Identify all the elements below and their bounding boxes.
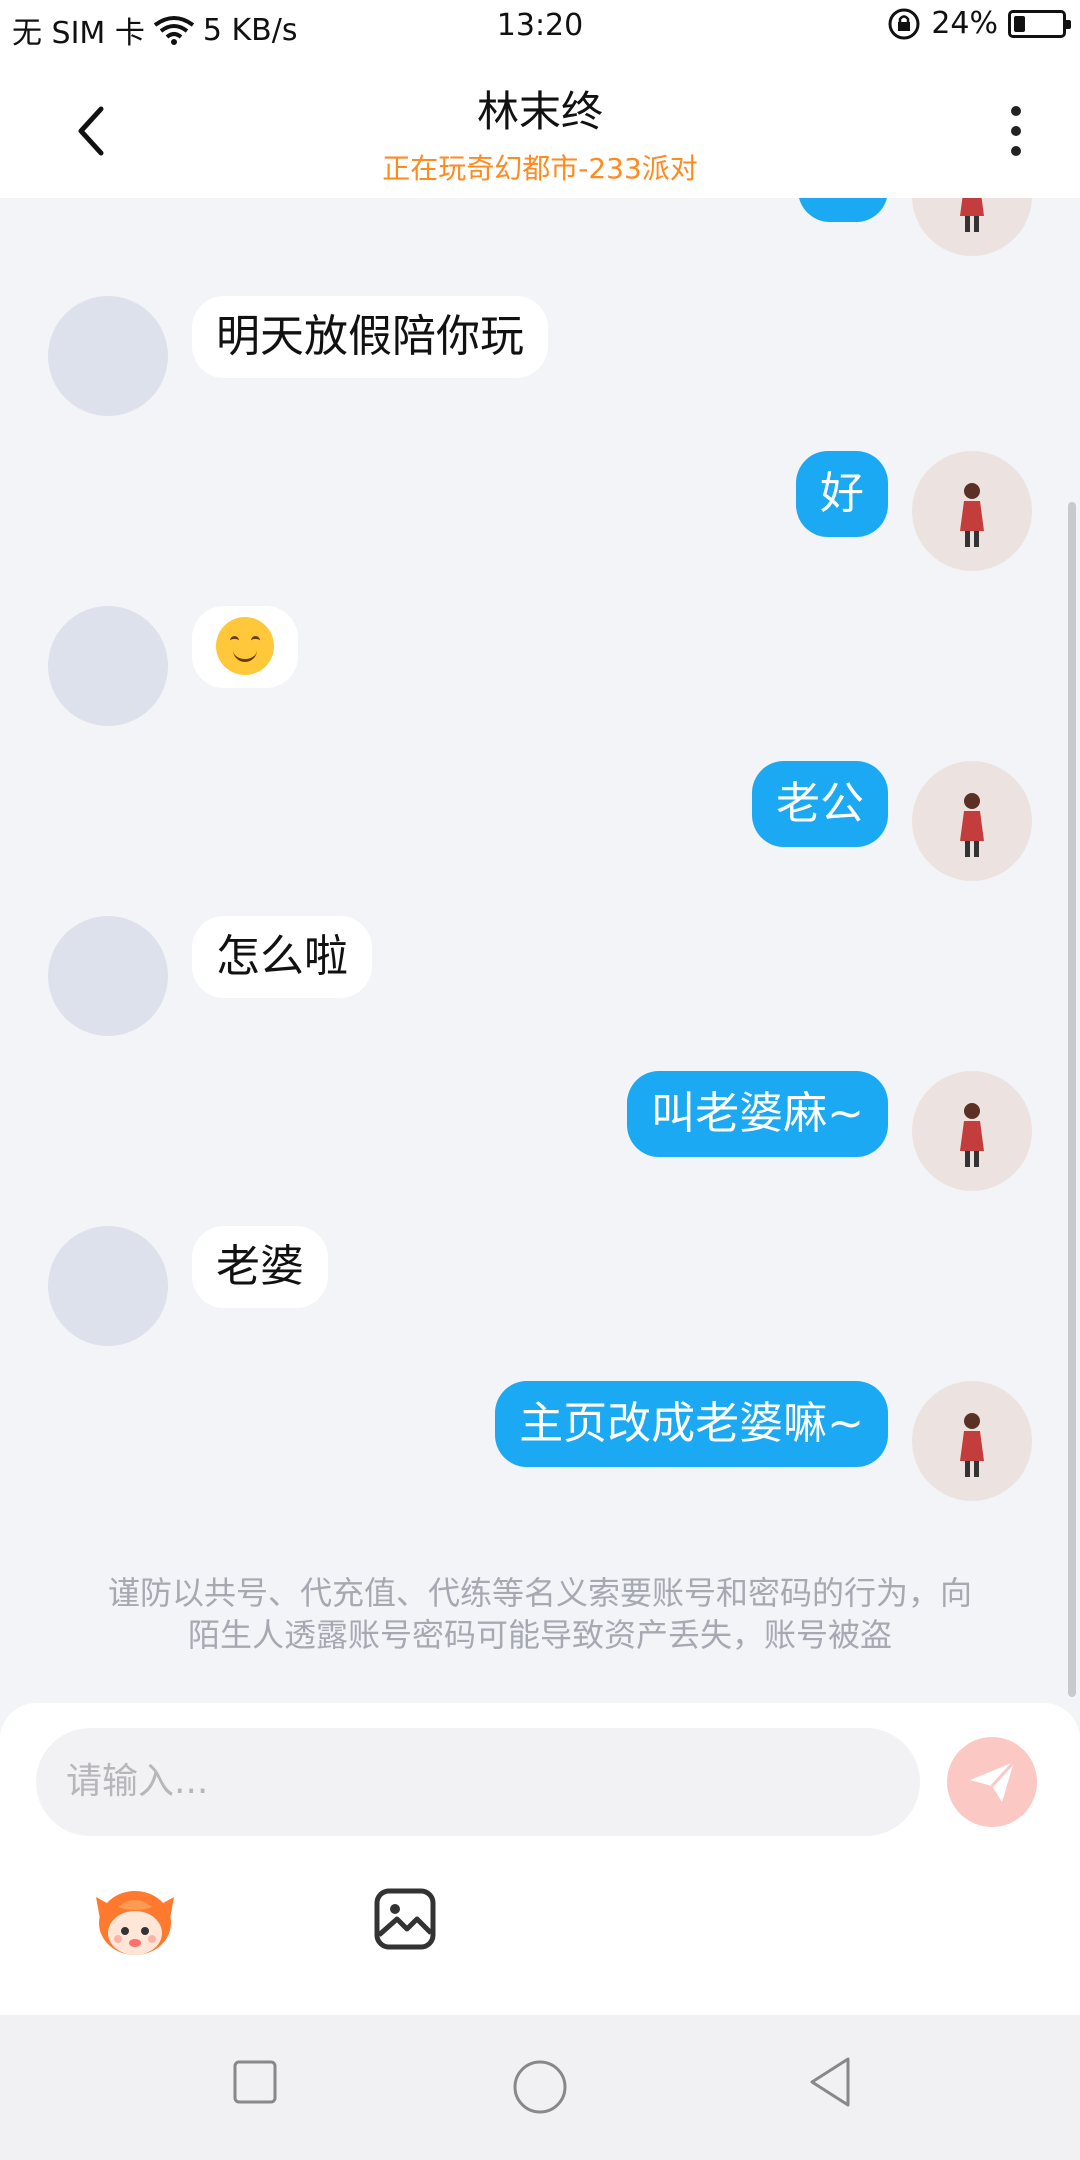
- more-dot: [1011, 126, 1021, 136]
- send-button[interactable]: [947, 1737, 1037, 1827]
- message-row-incoming: [0, 606, 1080, 736]
- message-row-partial: [0, 198, 1080, 266]
- chat-title: 林末终: [476, 87, 603, 136]
- avatar[interactable]: [912, 451, 1032, 571]
- more-vertical-icon: [1011, 106, 1021, 116]
- player-avatar-icon: [960, 1413, 984, 1477]
- message-row-incoming: 怎么啦: [0, 916, 1080, 1046]
- message-bubble: [798, 198, 888, 222]
- paper-plane-icon: [970, 1760, 1016, 1802]
- avatar[interactable]: [912, 1381, 1032, 1501]
- message-bubble[interactable]: 老婆: [192, 1226, 328, 1308]
- message-row-outgoing: 好: [0, 451, 1080, 581]
- avatar[interactable]: [912, 198, 1032, 256]
- message-row-outgoing: 主页改成老婆嘛~: [0, 1381, 1080, 1511]
- smiling-face-emoji-icon: [216, 617, 274, 675]
- chat-header: 林末终 正在玩奇幻都市-233派对: [0, 56, 1080, 198]
- status-bar: 无 SIM 卡 5 KB/s 13:20 24%: [0, 0, 1080, 56]
- message-bubble[interactable]: 老公: [752, 761, 888, 847]
- chat-screen: 无 SIM 卡 5 KB/s 13:20 24% 林末终 正在玩奇幻都市-233…: [0, 0, 1080, 2160]
- avatar[interactable]: [48, 296, 168, 416]
- status-right: 24%: [887, 6, 1071, 41]
- player-avatar-icon: [960, 793, 984, 857]
- avatar[interactable]: [48, 1226, 168, 1346]
- battery-icon: [1008, 9, 1071, 38]
- message-list[interactable]: 明天放假陪你玩 好 老公 怎么啦 叫老婆麻~ 老婆 主页改成老婆嘛~ 谨防以共号…: [0, 198, 1080, 1703]
- message-row-incoming: 老婆: [0, 1226, 1080, 1356]
- message-bubble[interactable]: 叫老婆麻~: [627, 1071, 888, 1157]
- image-icon: [374, 1888, 436, 1950]
- system-nav-bar: [0, 2015, 1080, 2160]
- circle-icon[interactable]: [512, 2059, 568, 2115]
- message-row-incoming: 明天放假陪你玩: [0, 296, 1080, 426]
- scrollbar[interactable]: [1068, 502, 1076, 1697]
- title-block: 林末终 正在玩奇幻都市-233派对: [0, 78, 1080, 187]
- image-button[interactable]: [373, 1887, 437, 1955]
- message-bubble[interactable]: 主页改成老婆嘛~: [495, 1381, 888, 1467]
- message-bubble[interactable]: 明天放假陪你玩: [192, 296, 548, 378]
- message-input[interactable]: 请输入...: [36, 1728, 920, 1836]
- avatar[interactable]: [48, 916, 168, 1036]
- battery-percent: 24%: [931, 6, 998, 41]
- avatar[interactable]: [912, 761, 1032, 881]
- battery-fill: [1014, 15, 1025, 32]
- more-dot: [1011, 146, 1021, 156]
- rotation-lock-icon: [888, 8, 920, 39]
- player-avatar-icon: [960, 1103, 984, 1167]
- square-icon[interactable]: [232, 2059, 278, 2105]
- chat-subtitle: 正在玩奇幻都市-233派对: [382, 152, 698, 185]
- message-bubble[interactable]: [192, 606, 298, 688]
- message-bubble[interactable]: 好: [796, 451, 888, 537]
- message-row-outgoing: 叫老婆麻~: [0, 1071, 1080, 1201]
- player-avatar-icon: [960, 483, 984, 547]
- sticker-button[interactable]: [92, 1883, 178, 1963]
- security-warning: 谨防以共号、代充值、代练等名义索要账号和密码的行为，向陌生人透露账号密码可能导致…: [107, 1574, 972, 1654]
- avatar[interactable]: [48, 606, 168, 726]
- message-bubble[interactable]: 怎么啦: [192, 916, 372, 998]
- more-button[interactable]: [996, 96, 1036, 166]
- emoji-mouth: [233, 647, 257, 662]
- message-row-outgoing: 老公: [0, 761, 1080, 891]
- triangle-back-icon[interactable]: [806, 2055, 854, 2109]
- input-panel: 请输入...: [0, 1703, 1080, 2015]
- player-avatar-icon: [960, 198, 984, 232]
- avatar[interactable]: [912, 1071, 1032, 1191]
- mascot-sticker-icon: [96, 1891, 174, 1955]
